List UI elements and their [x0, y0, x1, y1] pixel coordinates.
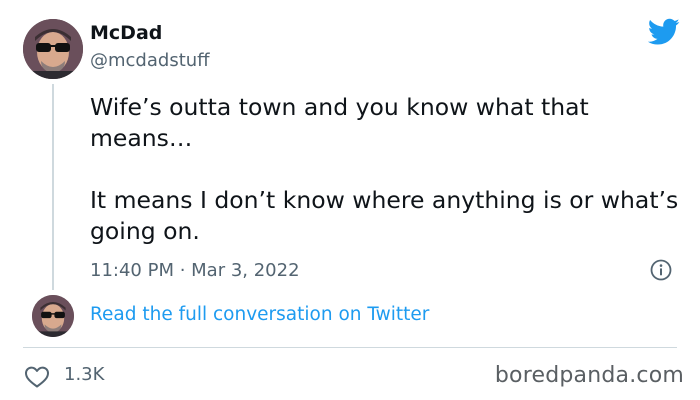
tweet-paragraph: It means I don’t know where anything is … — [90, 186, 679, 245]
heart-icon[interactable] — [24, 365, 50, 389]
read-full-conversation-link[interactable]: Read the full conversation on Twitter — [90, 304, 429, 325]
tweet-text: Wife’s outta town and you know what that… — [90, 92, 680, 247]
tweet-paragraph: Wife’s outta town and you know what that… — [90, 93, 589, 152]
twitter-bird-icon[interactable] — [648, 18, 680, 46]
info-icon[interactable] — [650, 259, 672, 281]
author-name[interactable]: McDad — [90, 22, 162, 44]
tweet-embed-card: McDad @mcdadstuff Wife’s outta town and … — [0, 0, 700, 400]
source-watermark: boredpanda.com — [494, 363, 684, 388]
avatar-photo — [23, 19, 83, 79]
author-handle[interactable]: @mcdadstuff — [90, 50, 210, 71]
avatar-photo — [32, 295, 74, 337]
reply-avatar[interactable] — [32, 295, 74, 337]
divider — [23, 347, 677, 348]
author-avatar[interactable] — [23, 19, 83, 79]
thread-connector-line — [52, 84, 54, 290]
tweet-timestamp[interactable]: 11:40 PM · Mar 3, 2022 — [90, 260, 300, 281]
like-count[interactable]: 1.3K — [64, 364, 104, 385]
